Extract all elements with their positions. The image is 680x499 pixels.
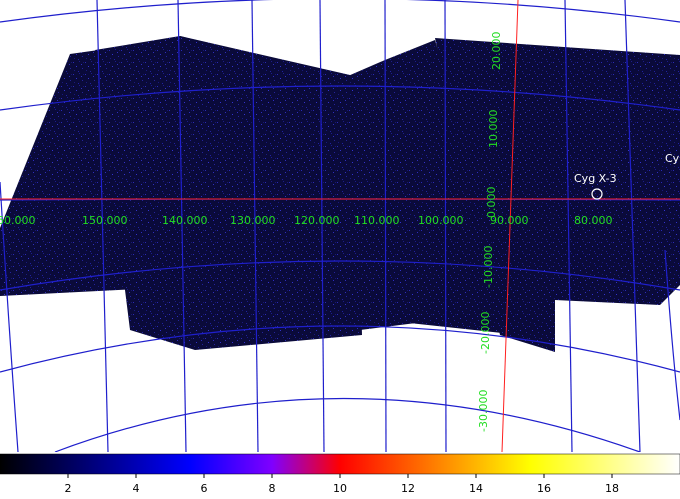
source-label-cyg-x3: Cyg X-3	[574, 172, 617, 185]
latitude-label: -30.000	[477, 390, 490, 432]
colorbar-tick-label: 18	[605, 482, 619, 495]
colorbar-tick-label: 10	[333, 482, 347, 495]
longitude-label: 150.000	[82, 214, 128, 227]
sky-map[interactable]: 160.000 150.000 140.000 130.000 120.000 …	[0, 0, 680, 452]
latitude-label: 10.000	[487, 110, 500, 149]
longitude-label: 100.000	[418, 214, 464, 227]
longitude-label: 130.000	[230, 214, 276, 227]
colorbar-tick-label: 6	[201, 482, 208, 495]
source-label-cy: Cy	[665, 152, 680, 165]
colorbar: 2 4 6 8 10 12 14 16 18	[0, 453, 680, 495]
colorbar-tick-label: 16	[537, 482, 551, 495]
colorbar-ticks: 2 4 6 8 10 12 14 16 18	[65, 474, 619, 495]
colorbar-tick-label: 4	[133, 482, 140, 495]
latitude-label: 20.000	[490, 32, 503, 71]
colorbar-tick-label: 14	[469, 482, 483, 495]
longitude-label: 160.000	[0, 214, 36, 227]
latitude-label: -20.000	[479, 312, 492, 354]
longitude-label: 120.000	[294, 214, 340, 227]
longitude-label: 80.000	[574, 214, 613, 227]
colorbar-tick-label: 8	[269, 482, 276, 495]
latitude-label: 0.000	[485, 187, 498, 219]
longitude-label: 110.000	[354, 214, 400, 227]
colorbar-gradient	[0, 453, 680, 475]
longitude-labels: 160.000 150.000 140.000 130.000 120.000 …	[0, 214, 613, 227]
longitude-label: 140.000	[162, 214, 208, 227]
latitude-label: -10.000	[482, 246, 495, 288]
colorbar-tick-label: 2	[65, 482, 72, 495]
colorbar-tick-label: 12	[401, 482, 415, 495]
